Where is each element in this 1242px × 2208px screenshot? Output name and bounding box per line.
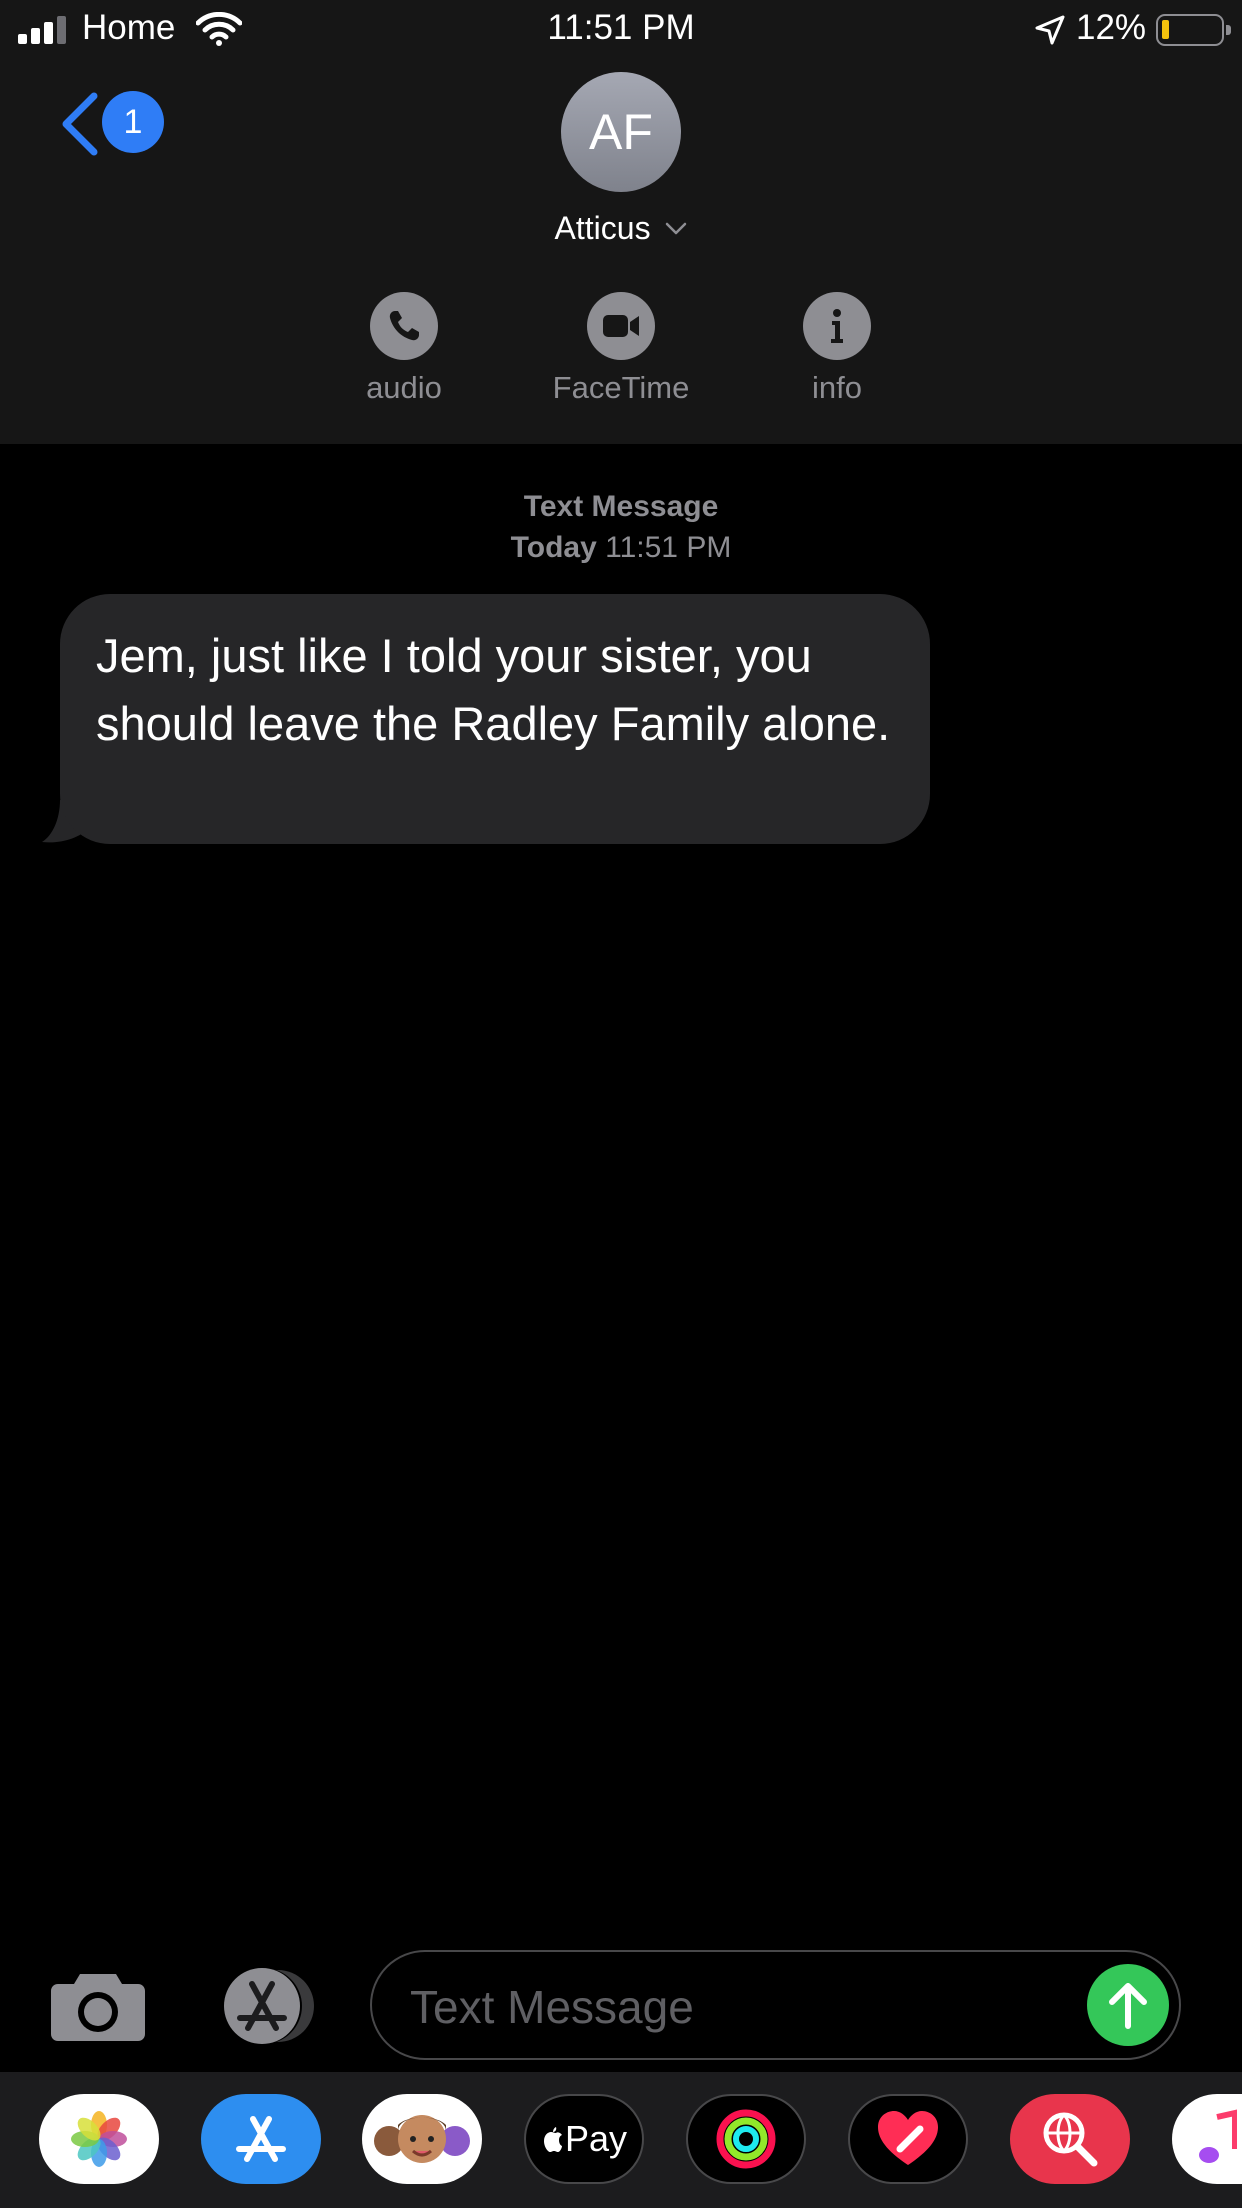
time-label: 11:51 PM <box>605 531 732 564</box>
phone-icon <box>370 292 438 360</box>
action-label: audio <box>366 370 442 405</box>
app-drawer: Pay <box>0 2072 1242 2208</box>
contact-name-button[interactable]: Atticus <box>0 208 1242 247</box>
digital-touch-app-icon[interactable] <box>848 2094 968 2184</box>
audio-call-button[interactable]: audio <box>324 292 484 406</box>
day-label: Today <box>510 531 597 564</box>
chevron-down-icon <box>666 222 687 234</box>
battery-percent: 12% <box>1076 8 1147 47</box>
apple-pay-label: Pay <box>564 2118 628 2159</box>
unread-badge: 1 <box>102 91 164 153</box>
message-input-placeholder: Text Message <box>410 1981 694 2033</box>
service-label: Text Message <box>523 490 719 523</box>
apple-pay-app-icon[interactable]: Pay <box>524 2094 644 2184</box>
web-search-app-icon[interactable] <box>1010 2094 1130 2184</box>
message-input[interactable]: Text Message <box>370 1950 1181 2060</box>
battery-level <box>1162 20 1169 39</box>
app-store-app-icon[interactable] <box>201 2094 321 2184</box>
memoji-app-icon[interactable] <box>362 2094 482 2184</box>
contact-name: Atticus <box>554 210 651 247</box>
action-label: info <box>812 370 862 405</box>
chevron-left-icon <box>62 92 98 156</box>
avatar[interactable]: AF <box>561 72 681 192</box>
send-button[interactable] <box>1087 1964 1169 2046</box>
apple-logo-icon <box>543 2127 562 2152</box>
info-button[interactable]: info <box>757 292 917 406</box>
location-arrow-icon <box>1035 15 1065 45</box>
video-camera-icon <box>587 292 655 360</box>
facetime-button[interactable]: FaceTime <box>541 292 701 406</box>
battery-icon <box>1156 14 1231 46</box>
status-bar: Home 11:51 PM 12% <box>0 0 1242 60</box>
info-icon <box>803 292 871 360</box>
action-label: FaceTime <box>552 370 690 405</box>
music-app-icon[interactable] <box>1172 2094 1242 2184</box>
message-bubble[interactable]: Jem, just like I told your sister, you s… <box>60 594 930 844</box>
photos-app-icon[interactable] <box>39 2094 159 2184</box>
app-store-icon[interactable] <box>210 1966 320 2046</box>
activity-app-icon[interactable] <box>686 2094 806 2184</box>
back-button[interactable]: 1 <box>58 88 164 156</box>
send-arrow-icon <box>1109 1983 1147 2029</box>
message-timestamp-header: Text Message Today 11:51 PM <box>0 486 1242 568</box>
camera-icon[interactable] <box>50 1968 146 2042</box>
